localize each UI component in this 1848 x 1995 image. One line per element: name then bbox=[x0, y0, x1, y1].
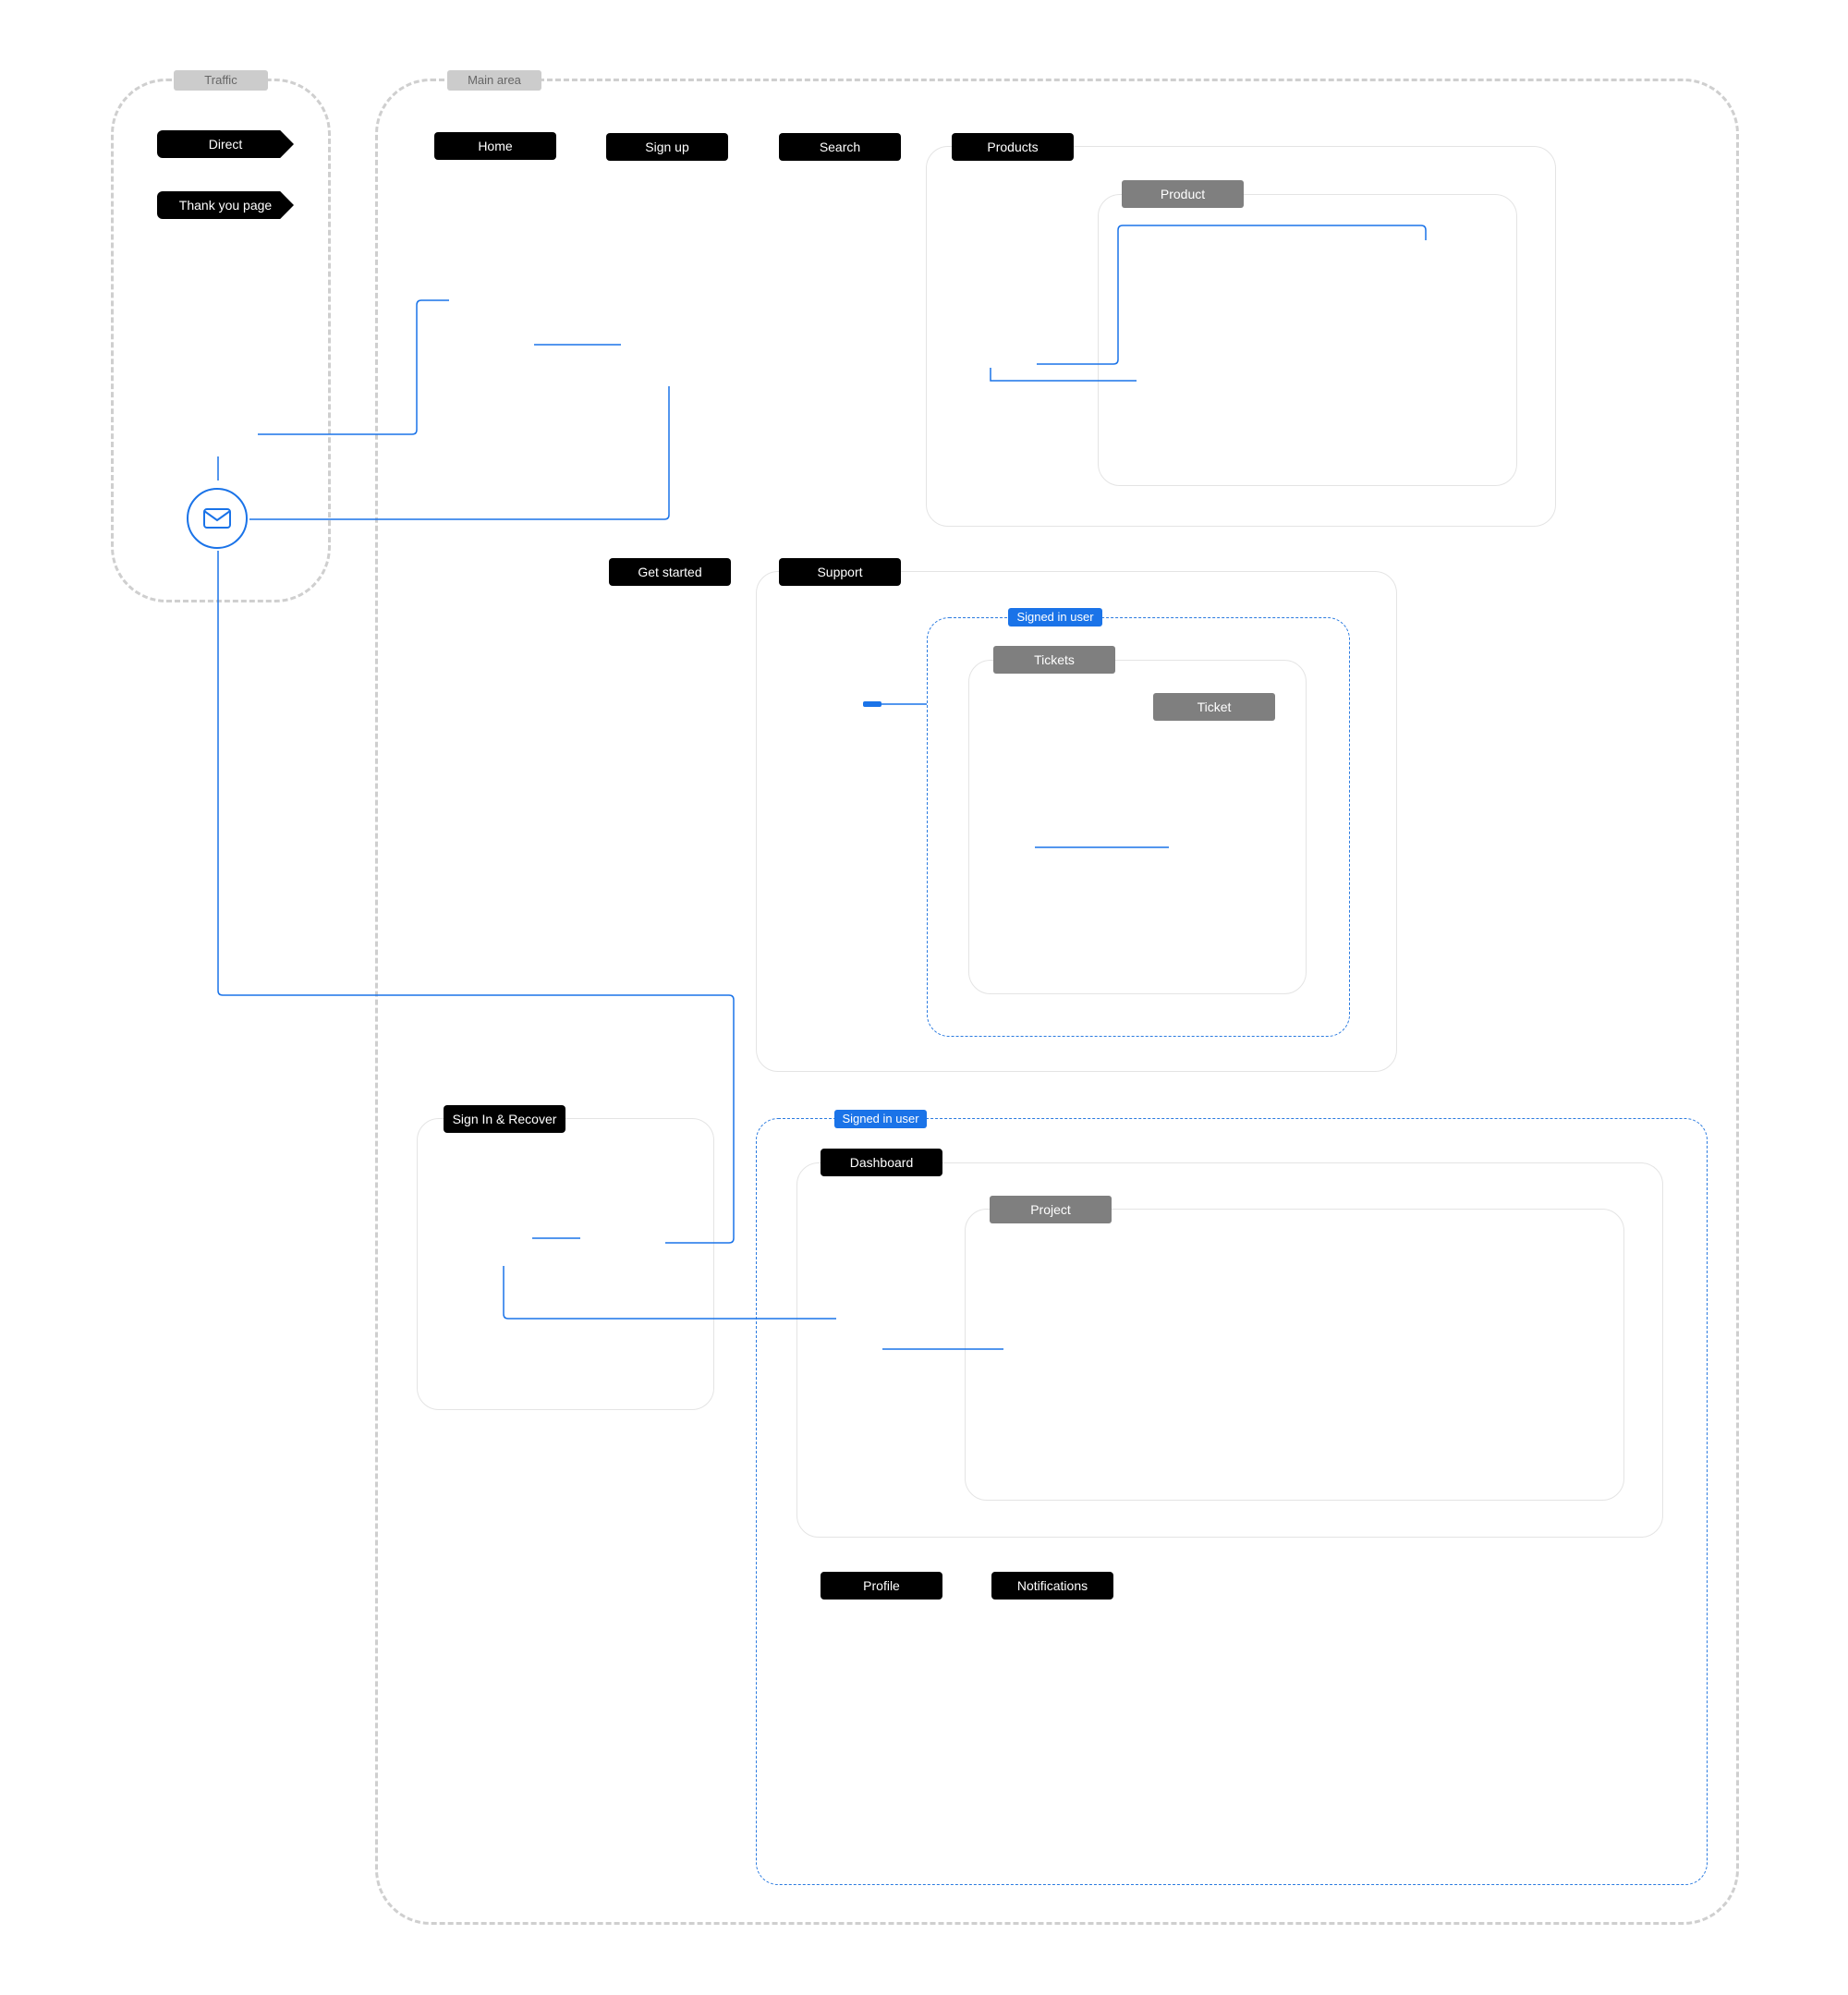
page-home[interactable]: Home bbox=[434, 132, 556, 160]
envelope-icon[interactable] bbox=[187, 488, 248, 549]
page-product[interactable]: Product bbox=[1122, 180, 1244, 208]
page-notifications[interactable]: Notifications bbox=[991, 1572, 1113, 1600]
signed-in-user-tag-dashboard: Signed in user bbox=[834, 1110, 927, 1128]
page-support[interactable]: Support bbox=[779, 558, 901, 586]
page-get-started[interactable]: Get started bbox=[609, 558, 731, 586]
traffic-direct[interactable]: Direct bbox=[157, 130, 294, 158]
signed-in-user-tag-support: Signed in user bbox=[1008, 608, 1102, 626]
flow-diagram: Traffic Main area Direct Thank you page bbox=[0, 0, 1848, 1995]
traffic-thank-you-page[interactable]: Thank you page bbox=[157, 191, 294, 219]
page-ticket[interactable]: Ticket bbox=[1153, 693, 1275, 721]
page-sign-in-recover[interactable]: Sign In & Recover bbox=[444, 1105, 565, 1133]
page-dashboard[interactable]: Dashboard bbox=[821, 1149, 942, 1176]
connector-lines bbox=[217, 225, 1427, 1350]
page-search[interactable]: Search bbox=[779, 133, 901, 161]
page-sign-up[interactable]: Sign up bbox=[606, 133, 728, 161]
page-profile[interactable]: Profile bbox=[821, 1572, 942, 1600]
page-project[interactable]: Project bbox=[990, 1196, 1112, 1223]
page-tickets[interactable]: Tickets bbox=[993, 646, 1115, 674]
page-products[interactable]: Products bbox=[952, 133, 1074, 161]
